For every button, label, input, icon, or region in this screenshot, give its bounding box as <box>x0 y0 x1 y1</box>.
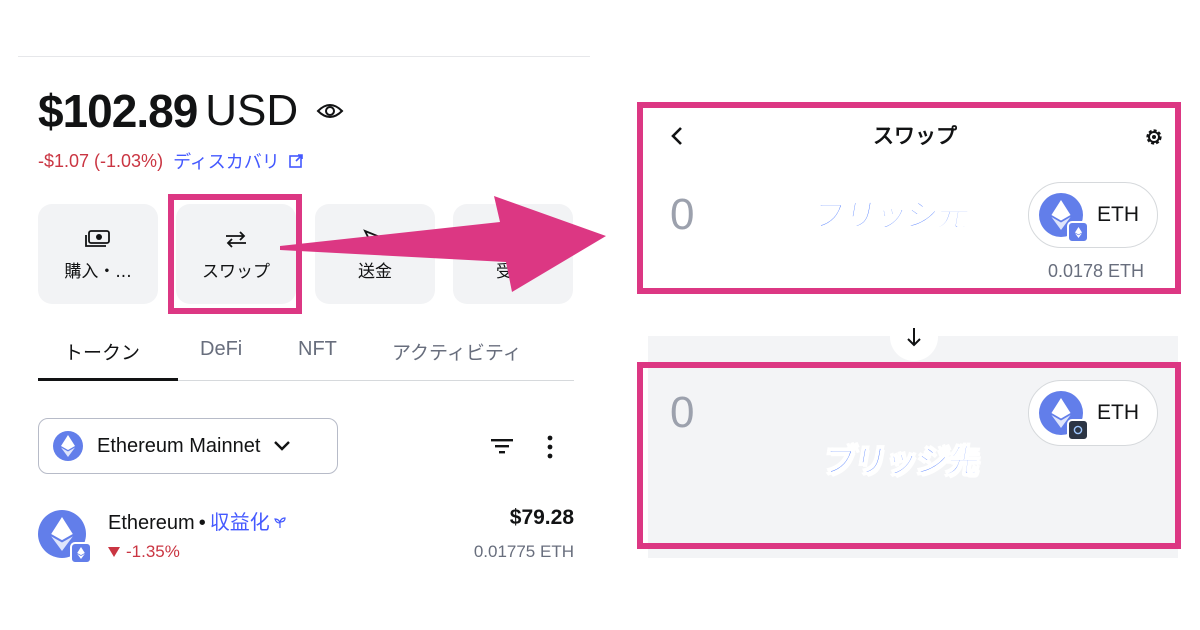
bridge-destination-annotation: ブリッジ先 <box>820 441 983 480</box>
more-options-icon[interactable] <box>540 434 560 460</box>
token-row-ethereum[interactable]: Ethereum • 収益化 -1.35% $79.28 0.01775 ETH <box>38 500 574 570</box>
down-triangle-icon <box>108 546 120 558</box>
asset-tabs: トークン DeFi NFT アクティビティ <box>38 330 574 382</box>
ethereum-logo-icon <box>53 431 83 461</box>
balance-change-row: -$1.07 (-1.03%) ディスカバリ <box>38 148 304 174</box>
tab-activity[interactable]: アクティビティ <box>392 338 522 365</box>
sprout-icon <box>273 517 286 528</box>
flip-direction-button[interactable] <box>890 313 938 361</box>
external-link-icon[interactable] <box>288 153 304 169</box>
balance-change: -$1.07 (-1.03%) <box>38 150 164 171</box>
top-divider <box>18 56 590 57</box>
network-selector[interactable]: Ethereum Mainnet <box>38 418 338 474</box>
bridge-source-annotation: ブリッジ元 <box>810 195 973 234</box>
separator-dot: • <box>198 512 206 534</box>
arrow-down-icon <box>907 328 921 347</box>
buy-button-label: 購入・... <box>64 261 132 282</box>
tab-tokens[interactable]: トークン <box>64 338 140 365</box>
token-fiat-value: $79.28 <box>509 506 574 529</box>
discover-link[interactable]: ディスカバリ <box>173 148 280 174</box>
chevron-down-icon <box>272 439 292 453</box>
tab-defi[interactable]: DeFi <box>200 338 242 361</box>
token-amount: 0.01775 ETH <box>473 542 574 561</box>
balance-amount: $102.89 <box>38 85 198 137</box>
stake-link[interactable]: 収益化 <box>210 512 270 534</box>
token-name: Ethereum <box>108 512 195 534</box>
filter-icon[interactable] <box>490 436 514 456</box>
card-cash-icon <box>83 227 113 251</box>
token-change: -1.35% <box>126 542 180 561</box>
network-badge-icon <box>70 542 92 564</box>
balance-currency: USD <box>205 86 299 135</box>
token-change-row: -1.35% <box>108 542 180 562</box>
tab-nft[interactable]: NFT <box>298 338 337 361</box>
token-name-line: Ethereum • 収益化 <box>108 506 286 535</box>
eye-icon[interactable] <box>316 101 344 121</box>
buy-button[interactable]: 購入・... <box>38 204 158 304</box>
active-tab-indicator <box>38 378 178 381</box>
balance-display: $102.89 USD <box>38 84 344 138</box>
pointer-arrow <box>280 196 606 292</box>
network-name: Ethereum Mainnet <box>97 434 261 457</box>
